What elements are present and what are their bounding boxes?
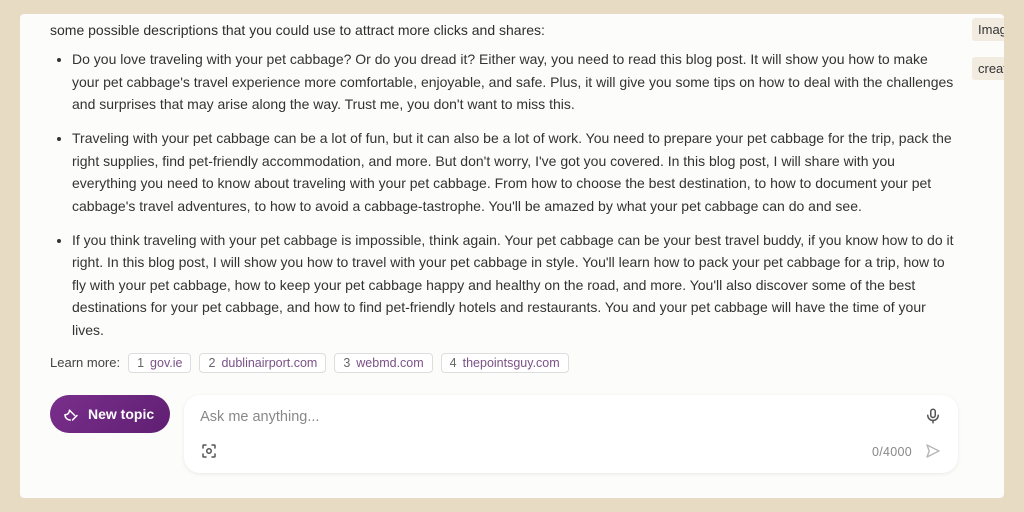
new-topic-button[interactable]: New topic: [50, 395, 170, 433]
source-index: 2: [208, 356, 215, 370]
response-bullets: Do you love traveling with your pet cabb…: [50, 48, 958, 341]
learn-more-label: Learn more:: [50, 355, 120, 370]
broom-icon: [62, 405, 80, 423]
chat-response-area: some possible descriptions that you coul…: [20, 14, 972, 498]
char-counter: 0/4000: [872, 445, 912, 459]
source-domain: dublinairport.com: [221, 356, 317, 370]
side-rail: Image create: [972, 14, 1004, 498]
send-icon: [924, 448, 942, 463]
app-frame: some possible descriptions that you coul…: [20, 14, 1004, 498]
source-index: 3: [343, 356, 350, 370]
source-chip[interactable]: 2 dublinairport.com: [199, 353, 326, 373]
source-chip[interactable]: 1 gov.ie: [128, 353, 191, 373]
new-topic-label: New topic: [88, 406, 154, 422]
sidebar-item-label: create: [978, 61, 1004, 76]
lens-icon: [200, 448, 218, 463]
compose-row: New topic: [50, 395, 958, 473]
list-item: Traveling with your pet cabbage can be a…: [72, 127, 958, 217]
ask-box: 0/4000: [184, 395, 958, 473]
source-domain: webmd.com: [356, 356, 423, 370]
source-domain: thepointsguy.com: [463, 356, 560, 370]
source-chip[interactable]: 3 webmd.com: [334, 353, 432, 373]
microphone-icon: [924, 413, 942, 428]
sidebar-item-label: Image: [978, 22, 1004, 37]
microphone-button[interactable]: [922, 405, 944, 430]
source-domain: gov.ie: [150, 356, 182, 370]
sidebar-item-image[interactable]: Image: [972, 18, 1004, 41]
source-index: 1: [137, 356, 144, 370]
learn-more-row: Learn more: 1 gov.ie 2 dublinairport.com…: [50, 353, 958, 373]
send-button[interactable]: [922, 440, 944, 465]
source-index: 4: [450, 356, 457, 370]
chat-input[interactable]: [198, 408, 922, 426]
response-intro: some possible descriptions that you coul…: [50, 20, 958, 40]
list-item: Do you love traveling with your pet cabb…: [72, 48, 958, 115]
sidebar-item-create[interactable]: create: [972, 57, 1004, 80]
list-item: If you think traveling with your pet cab…: [72, 229, 958, 341]
source-chip[interactable]: 4 thepointsguy.com: [441, 353, 569, 373]
visual-search-button[interactable]: [198, 440, 220, 465]
